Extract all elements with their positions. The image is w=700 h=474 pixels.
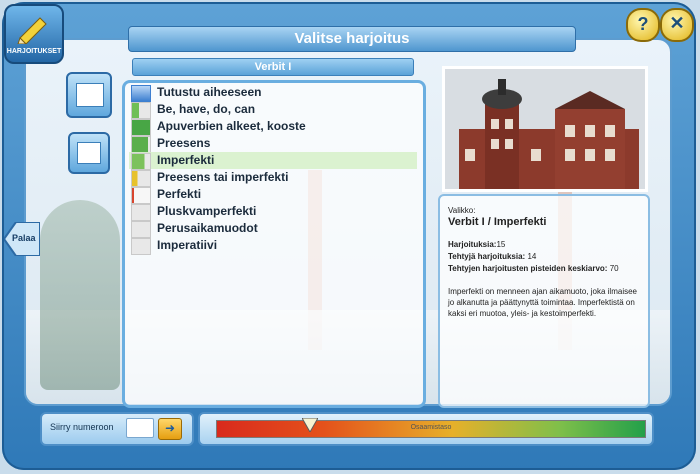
list-item[interactable]: Pluskvamperfekti [129, 203, 417, 221]
goto-bar: Siirry numeroon ➜ [40, 412, 194, 446]
arrow-right-icon: ➜ [164, 421, 176, 435]
exercises-count: Harjoituksia:15 [448, 240, 506, 249]
list-item[interactable]: Apuverbien alkeet, kooste [129, 118, 417, 136]
progress-icon [131, 119, 151, 136]
list-item[interactable]: Preesens tai imperfekti [129, 169, 417, 187]
progress-icon [131, 204, 151, 221]
goto-button[interactable]: ➜ [158, 418, 182, 440]
side-button-2[interactable] [68, 132, 110, 174]
help-button[interactable]: ? [626, 8, 660, 42]
close-icon: ✕ [669, 13, 685, 33]
list-icon [76, 83, 104, 107]
building-image [445, 69, 645, 189]
list-item[interactable]: Imperatiivi [129, 237, 417, 255]
level-marker-icon [302, 418, 319, 432]
progress-icon [131, 153, 151, 170]
progress-icon [131, 102, 151, 119]
progress-icon [131, 170, 151, 187]
info-panel: Valikko: Verbit I / Imperfekti Harjoituk… [438, 194, 650, 408]
list-item[interactable]: Tutustu aiheeseen [129, 84, 417, 102]
list-icon [77, 142, 101, 164]
progress-icon [131, 238, 151, 255]
pencil-icon [17, 17, 47, 44]
logo-label: HARJOITUKSET [6, 48, 62, 55]
question-icon: ? [637, 14, 649, 34]
progress-icon [131, 187, 151, 204]
meter-label: Osaamistaso [410, 424, 452, 431]
goto-input[interactable] [126, 418, 154, 438]
list-item-selected[interactable]: Imperfekti [129, 152, 417, 170]
progress-icon [131, 221, 151, 238]
skill-meter-gradient: Osaamistaso [216, 420, 646, 438]
exercise-list: Tutustu aiheeseen Be, have, do, can Apuv… [122, 80, 426, 408]
topic-photo [442, 66, 648, 192]
close-button[interactable]: ✕ [660, 8, 694, 42]
star-icon [131, 85, 151, 102]
topic-description: Imperfekti on menneen ajan aikamuoto, jo… [448, 287, 637, 318]
side-button-1[interactable] [66, 72, 112, 118]
skill-meter: Osaamistaso [198, 412, 654, 446]
statue-image [40, 200, 120, 390]
goto-label: Siirry numeroon [50, 422, 114, 432]
list-item[interactable]: Preesens [129, 135, 417, 153]
list-item[interactable]: Perfekti [129, 186, 417, 204]
section-subtitle: Verbit I [132, 58, 414, 76]
done-count: Tehtyjä harjoituksia: 14 [448, 252, 537, 261]
harjoitukset-logo[interactable]: HARJOITUKSET [4, 4, 64, 64]
menu-path: Verbit I / Imperfekti [448, 216, 547, 228]
progress-icon [131, 136, 151, 153]
list-item[interactable]: Be, have, do, can [129, 101, 417, 119]
menu-label: Valikko: [448, 206, 476, 215]
back-button[interactable]: Palaa [2, 221, 41, 257]
average-score: Tehtyjen harjoitusten pisteiden keskiarv… [448, 264, 619, 273]
back-label: Palaa [12, 233, 36, 243]
page-title: Valitse harjoitus [128, 26, 576, 52]
list-item[interactable]: Perusaikamuodot [129, 220, 417, 238]
